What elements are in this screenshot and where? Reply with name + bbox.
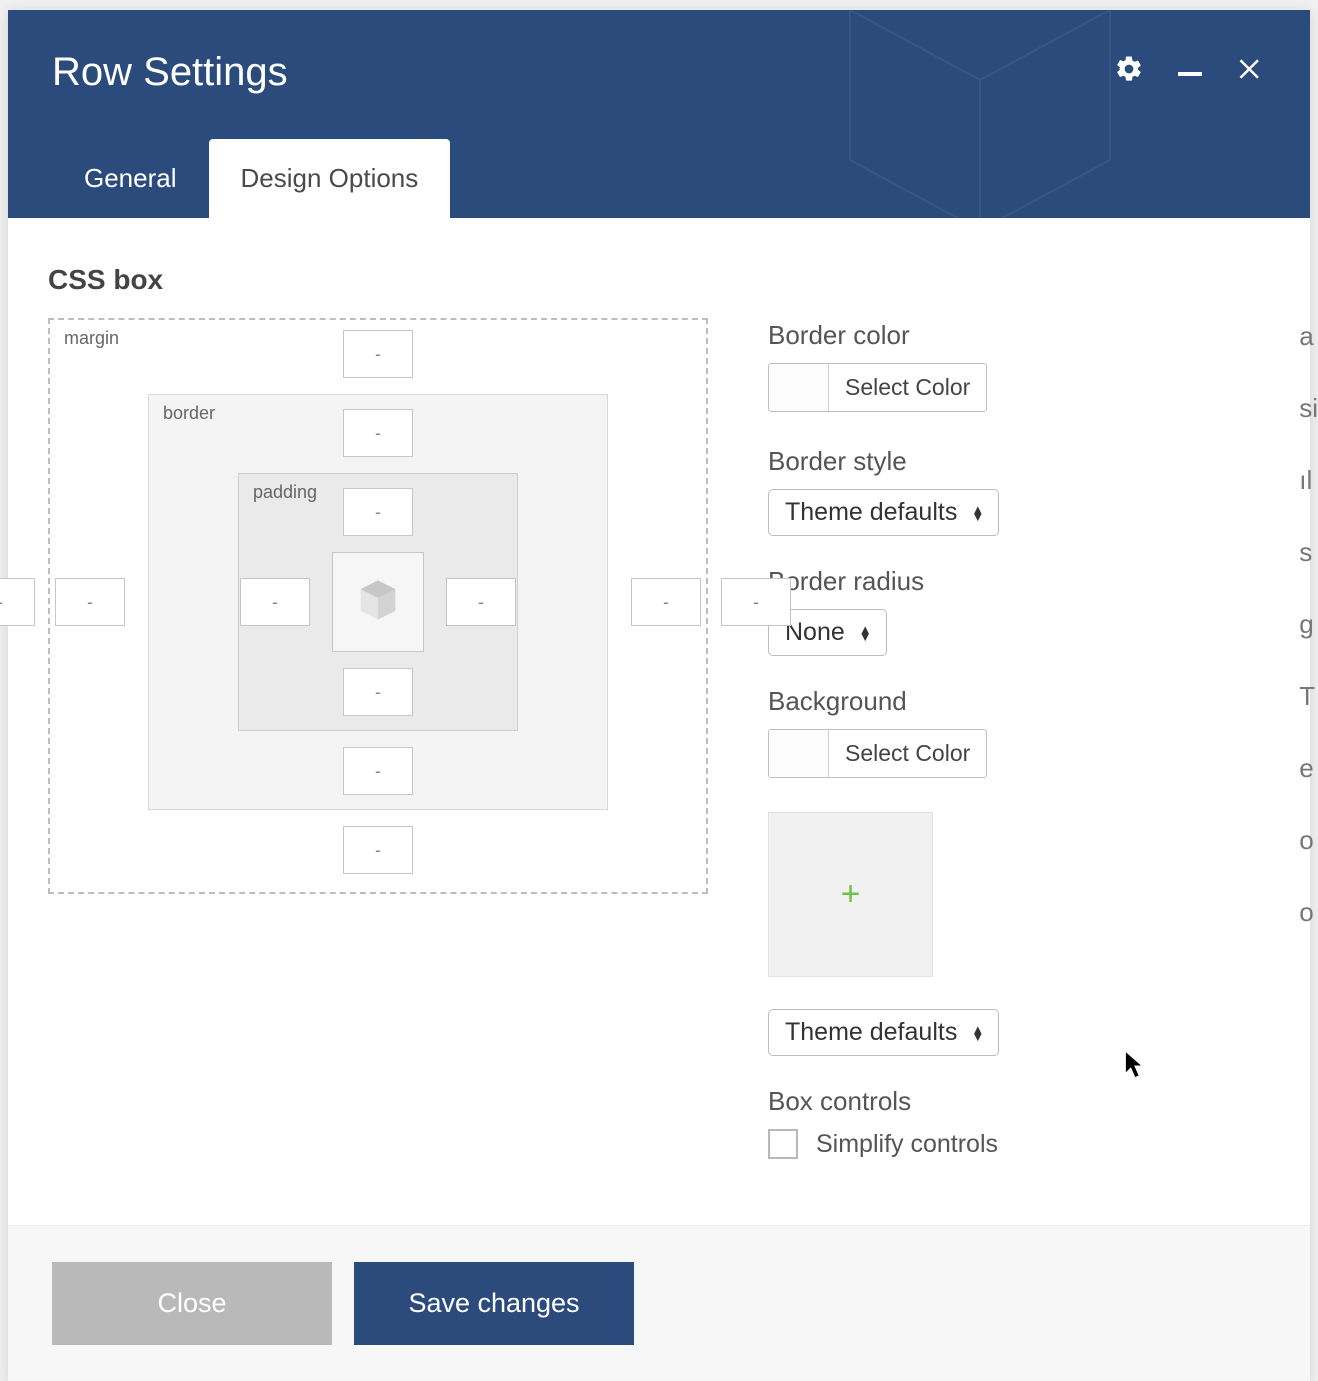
color-swatch [769, 364, 829, 411]
modal-header: Row Settings General Design Options [8, 10, 1310, 218]
select-color-label: Select Color [829, 730, 986, 777]
simplify-controls-checkbox[interactable] [768, 1129, 798, 1159]
border-color-field: Border color Select Color [768, 320, 1270, 416]
gear-icon[interactable] [1114, 54, 1144, 89]
box-controls-field: Box controls Simplify controls [768, 1086, 1270, 1159]
background-style-value: Theme defaults [785, 1018, 957, 1047]
header-decoration [730, 10, 1230, 218]
border-color-button[interactable]: Select Color [768, 363, 987, 412]
tab-design-options[interactable]: Design Options [209, 139, 451, 218]
modal-body: CSS box margin - border - padding - [8, 218, 1310, 1225]
margin-right-input[interactable]: - [721, 578, 791, 626]
border-style-field: Border style Theme defaults ▲▼ [768, 446, 1270, 536]
color-swatch [769, 730, 829, 777]
select-arrows-icon: ▲▼ [971, 1026, 984, 1040]
padding-top-input[interactable]: - [343, 488, 413, 536]
border-style-select[interactable]: Theme defaults ▲▼ [768, 489, 999, 536]
background-color-button[interactable]: Select Color [768, 729, 987, 778]
close-button[interactable]: Close [52, 1262, 332, 1345]
row-settings-modal: Row Settings General Design Options CSS … [8, 10, 1310, 1381]
margin-top-input[interactable]: - [343, 330, 413, 378]
simplify-controls-label: Simplify controls [816, 1130, 998, 1159]
content-box [332, 552, 424, 652]
add-background-image[interactable]: + [768, 812, 933, 977]
tab-general[interactable]: General [52, 139, 209, 218]
border-style-value: Theme defaults [785, 498, 957, 527]
select-arrows-icon: ▲▼ [971, 506, 984, 520]
background-field: Background Select Color [768, 686, 1270, 782]
plus-icon: + [841, 875, 861, 914]
border-left-input[interactable]: - [55, 578, 125, 626]
minimize-icon[interactable] [1178, 62, 1202, 81]
margin-layer: margin - border - padding - [48, 318, 708, 894]
header-controls [1114, 54, 1266, 89]
css-box-panel: CSS box margin - border - padding - [48, 264, 708, 1189]
cube-icon [352, 574, 404, 631]
border-bottom-input[interactable]: - [343, 747, 413, 795]
select-color-label: Select Color [829, 364, 986, 411]
padding-label: padding [253, 482, 317, 503]
margin-label: margin [64, 328, 119, 349]
border-color-label: Border color [768, 320, 1270, 351]
select-arrows-icon: ▲▼ [859, 626, 872, 640]
border-top-input[interactable]: - [343, 409, 413, 457]
border-layer: border - padding - - - - [148, 394, 608, 810]
border-radius-value: None [785, 618, 845, 647]
background-style-field: Theme defaults ▲▼ [768, 1009, 1270, 1056]
save-changes-button[interactable]: Save changes [354, 1262, 634, 1345]
cursor-icon [1124, 1050, 1146, 1085]
padding-layer: padding - - - - [238, 473, 518, 731]
options-panel: Border color Select Color Border style T… [768, 264, 1270, 1189]
border-radius-label: Border radius [768, 566, 1270, 597]
margin-bottom-input[interactable]: - [343, 826, 413, 874]
border-style-label: Border style [768, 446, 1270, 477]
border-label: border [163, 403, 215, 424]
padding-left-input[interactable]: - [240, 578, 310, 626]
margin-left-input[interactable]: - [0, 578, 35, 626]
padding-right-input[interactable]: - [446, 578, 516, 626]
border-radius-field: Border radius None ▲▼ [768, 566, 1270, 656]
border-right-input[interactable]: - [631, 578, 701, 626]
background-text-fragments: asiılsgTeoo [1299, 300, 1318, 948]
close-icon[interactable] [1236, 54, 1266, 89]
background-label: Background [768, 686, 1270, 717]
background-style-select[interactable]: Theme defaults ▲▼ [768, 1009, 999, 1056]
css-box-heading: CSS box [48, 264, 708, 296]
padding-bottom-input[interactable]: - [343, 668, 413, 716]
modal-footer: Close Save changes [8, 1225, 1310, 1381]
box-controls-label: Box controls [768, 1086, 1270, 1117]
